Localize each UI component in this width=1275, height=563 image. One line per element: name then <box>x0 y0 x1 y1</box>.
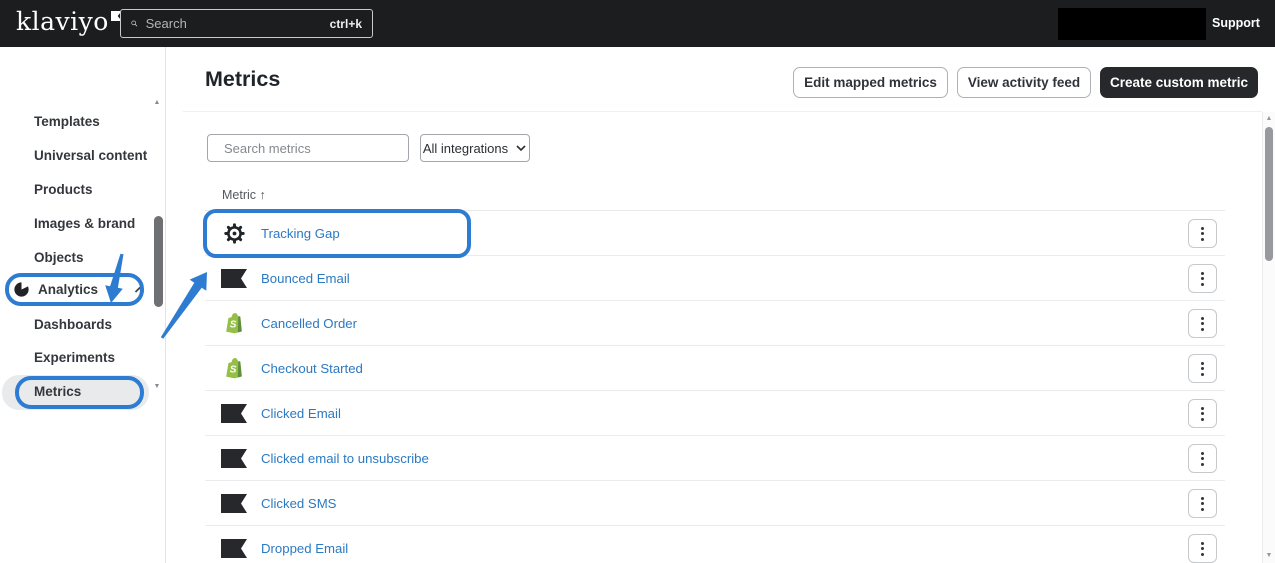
gear-icon <box>219 211 249 256</box>
table-row: Clicked Email <box>205 391 1225 436</box>
klaviyo-flag-icon <box>219 391 249 436</box>
search-shortcut-hint: ctrl+k <box>329 16 362 31</box>
global-search[interactable]: ctrl+k <box>120 9 373 38</box>
metric-link[interactable]: Bounced Email <box>261 256 350 301</box>
sidebar-item-images-brand[interactable]: Images & brand <box>34 215 135 233</box>
row-actions-button[interactable] <box>1188 444 1217 473</box>
sidebar-scroll-up-icon[interactable]: ▲ <box>150 99 164 106</box>
metric-link[interactable]: Dropped Email <box>261 526 348 563</box>
page-scrollbar: ▲ ▼ <box>1262 112 1275 563</box>
table-row: Clicked SMS <box>205 481 1225 526</box>
global-search-input[interactable] <box>145 16 322 31</box>
row-actions-button[interactable] <box>1188 534 1217 563</box>
scroll-down-icon[interactable]: ▼ <box>1263 552 1275 559</box>
sidebar: Templates Universal content Products Ima… <box>0 47 166 563</box>
table-row: S Cancelled Order <box>205 301 1225 346</box>
klaviyo-flag-icon <box>219 256 249 301</box>
row-actions-button[interactable] <box>1188 264 1217 293</box>
table-row: Bounced Email <box>205 256 1225 301</box>
row-actions-button[interactable] <box>1188 219 1217 248</box>
chevron-down-icon <box>516 145 526 152</box>
sidebar-item-dashboards[interactable]: Dashboards <box>34 316 112 334</box>
metric-link[interactable]: Clicked SMS <box>261 481 336 526</box>
metric-link[interactable]: Clicked email to unsubscribe <box>261 436 429 481</box>
metrics-search-input[interactable] <box>224 140 400 156</box>
sidebar-item-analytics[interactable]: Analytics <box>14 282 146 297</box>
create-custom-metric-button[interactable]: Create custom metric <box>1100 67 1258 98</box>
metric-link[interactable]: Checkout Started <box>261 346 363 391</box>
metric-link[interactable]: Clicked Email <box>261 391 341 436</box>
view-activity-feed-button[interactable]: View activity feed <box>957 67 1091 98</box>
chevron-up-icon <box>133 284 146 296</box>
topbar: klaviyo ctrl+k Support <box>0 0 1275 47</box>
table-row: Clicked email to unsubscribe <box>205 436 1225 481</box>
table-row: Dropped Email <box>205 526 1225 563</box>
page-title: Metrics <box>205 67 281 91</box>
metrics-search[interactable] <box>207 134 409 162</box>
svg-text:S: S <box>230 320 237 331</box>
table-row: Tracking Gap <box>205 211 1225 256</box>
klaviyo-flag-icon <box>219 481 249 526</box>
metric-column-sort[interactable]: Metric ↑ <box>222 188 266 202</box>
sidebar-item-universal-content[interactable]: Universal content <box>34 147 147 165</box>
app-window: klaviyo ctrl+k Support Templates Univers… <box>0 0 1275 563</box>
klaviyo-logo[interactable]: klaviyo <box>16 7 122 36</box>
sidebar-item-templates[interactable]: Templates <box>34 113 100 131</box>
search-icon <box>131 20 138 27</box>
shopify-icon: S <box>219 301 249 346</box>
sidebar-item-products[interactable]: Products <box>34 181 93 199</box>
divider <box>183 111 1262 112</box>
row-actions-button[interactable] <box>1188 354 1217 383</box>
klaviyo-flag-icon <box>219 436 249 481</box>
sidebar-scrollbar-thumb[interactable] <box>154 216 163 307</box>
support-link[interactable]: Support <box>1212 0 1260 47</box>
sidebar-item-objects[interactable]: Objects <box>34 249 84 267</box>
page-scrollbar-thumb[interactable] <box>1265 127 1273 261</box>
row-actions-button[interactable] <box>1188 309 1217 338</box>
sidebar-item-experiments[interactable]: Experiments <box>34 349 115 367</box>
klaviyo-flag-icon <box>219 526 249 563</box>
svg-text:S: S <box>230 365 237 376</box>
sidebar-scroll-down-icon[interactable]: ▼ <box>150 383 164 390</box>
sidebar-item-metrics[interactable]: Metrics <box>34 383 81 401</box>
integrations-filter-dropdown[interactable]: All integrations <box>420 134 530 162</box>
main-content: Metrics Edit mapped metrics View activit… <box>166 47 1262 563</box>
sort-ascending-icon: ↑ <box>259 188 266 202</box>
pie-chart-icon <box>14 282 29 297</box>
scroll-up-icon[interactable]: ▲ <box>1263 115 1275 122</box>
table-row: S Checkout Started <box>205 346 1225 391</box>
table-header: Metric ↑ <box>205 188 1225 211</box>
shopify-icon: S <box>219 346 249 391</box>
logo-wordmark: klaviyo <box>16 7 109 36</box>
row-actions-button[interactable] <box>1188 399 1217 428</box>
metric-link[interactable]: Cancelled Order <box>261 301 357 346</box>
metric-link[interactable]: Tracking Gap <box>261 211 340 256</box>
row-actions-button[interactable] <box>1188 489 1217 518</box>
edit-mapped-metrics-button[interactable]: Edit mapped metrics <box>793 67 948 98</box>
account-name-redacted <box>1058 8 1206 40</box>
